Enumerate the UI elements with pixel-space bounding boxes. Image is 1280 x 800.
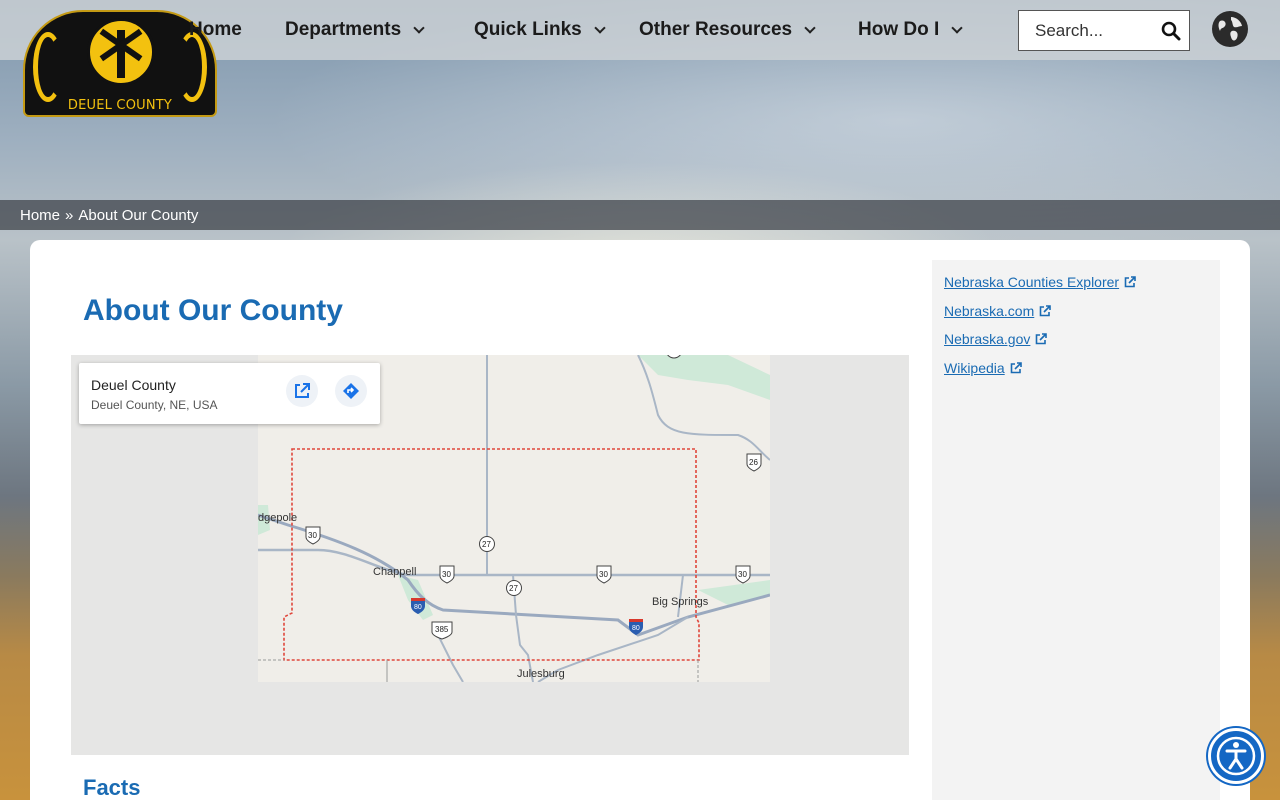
wheat-left-icon <box>33 32 63 102</box>
sidebar-link-wikipedia[interactable]: Wikipedia <box>944 354 1208 383</box>
map-place-card: Deuel County Deuel County, NE, USA <box>79 363 380 424</box>
shield-label: 30 <box>738 570 747 579</box>
directions-icon <box>343 383 359 399</box>
shield-label: 27 <box>482 540 491 549</box>
sidebar-link-nebraska-gov[interactable]: Nebraska.gov <box>944 325 1208 354</box>
accessibility-icon <box>1216 736 1256 776</box>
content-card: About Our County 30 30 30 30 26 27 27 38… <box>30 240 1250 800</box>
chevron-down-icon <box>413 22 425 34</box>
place-name: Deuel County <box>91 377 176 393</box>
place-address: Deuel County, NE, USA <box>91 398 218 412</box>
chevron-down-icon <box>594 22 606 34</box>
shield-label: 30 <box>308 531 317 540</box>
map-label-big-springs: Big Springs <box>652 596 709 608</box>
page-title: About Our County <box>83 294 343 327</box>
sidebar-link-counties-explorer[interactable]: Nebraska Counties Explorer <box>944 268 1208 297</box>
shield-label: 27 <box>509 584 518 593</box>
section-heading-facts: Facts <box>83 775 141 800</box>
search-icon[interactable] <box>1161 21 1181 41</box>
shield-label: 26 <box>749 458 758 467</box>
link-label: Nebraska.com <box>944 302 1035 319</box>
shield-label: 80 <box>414 604 422 611</box>
map-label-julesburg: Julesburg <box>517 668 565 680</box>
county-logo[interactable]: DEUEL COUNTY <box>23 10 217 117</box>
breadcrumb-home[interactable]: Home <box>20 207 60 224</box>
external-link-icon <box>1036 333 1048 345</box>
search-box <box>1018 10 1190 51</box>
shield-label: 30 <box>599 570 608 579</box>
external-link-icon <box>1010 362 1022 374</box>
search-input[interactable] <box>1035 20 1163 41</box>
shield-label: 385 <box>435 625 449 634</box>
nav-label: Departments <box>285 19 402 40</box>
logo-text: DEUEL COUNTY <box>67 98 173 113</box>
link-label: Nebraska.gov <box>944 331 1031 348</box>
map-label-lodgepole: dgepole <box>258 512 298 524</box>
breadcrumb-separator: » <box>65 206 74 224</box>
sidebar-links: Nebraska Counties Explorer Nebraska.com … <box>932 260 1220 800</box>
nav-label: Other Resources <box>639 19 793 40</box>
breadcrumb-current: About Our County <box>78 206 199 224</box>
embedded-map[interactable]: 30 30 30 30 26 27 27 385 80 80 dgepole C… <box>71 355 909 755</box>
directions-button[interactable] <box>335 375 367 407</box>
sidebar-link-nebraska-com[interactable]: Nebraska.com <box>944 297 1208 326</box>
external-link-icon <box>295 383 310 398</box>
shield-label: 80 <box>632 625 640 632</box>
link-label: Wikipedia <box>944 360 1005 377</box>
nav-quick-links[interactable]: Quick Links <box>474 0 606 60</box>
map-label-chappell: Chappell <box>373 566 417 578</box>
shield-label: 30 <box>442 570 451 579</box>
external-link-icon <box>1039 305 1052 317</box>
nav-how-do-i[interactable]: How Do I <box>858 0 963 60</box>
breadcrumb: Home » About Our County <box>0 200 1280 230</box>
nav-departments[interactable]: Departments <box>285 0 425 60</box>
accessibility-button[interactable] <box>1208 728 1264 784</box>
chevron-down-icon <box>804 22 816 34</box>
globe-icon[interactable] <box>1212 11 1248 47</box>
link-label: Nebraska Counties Explorer <box>944 274 1120 291</box>
open-in-maps-button[interactable] <box>286 375 318 407</box>
windmill-icon <box>117 30 125 78</box>
nav-label: Home <box>189 19 242 40</box>
chevron-down-icon <box>951 22 963 34</box>
nav-label: Quick Links <box>474 19 582 40</box>
nav-label: How Do I <box>858 19 940 40</box>
external-link-icon <box>1124 276 1136 288</box>
nav-other-resources[interactable]: Other Resources <box>639 0 816 60</box>
nav-home[interactable]: Home <box>189 0 242 60</box>
